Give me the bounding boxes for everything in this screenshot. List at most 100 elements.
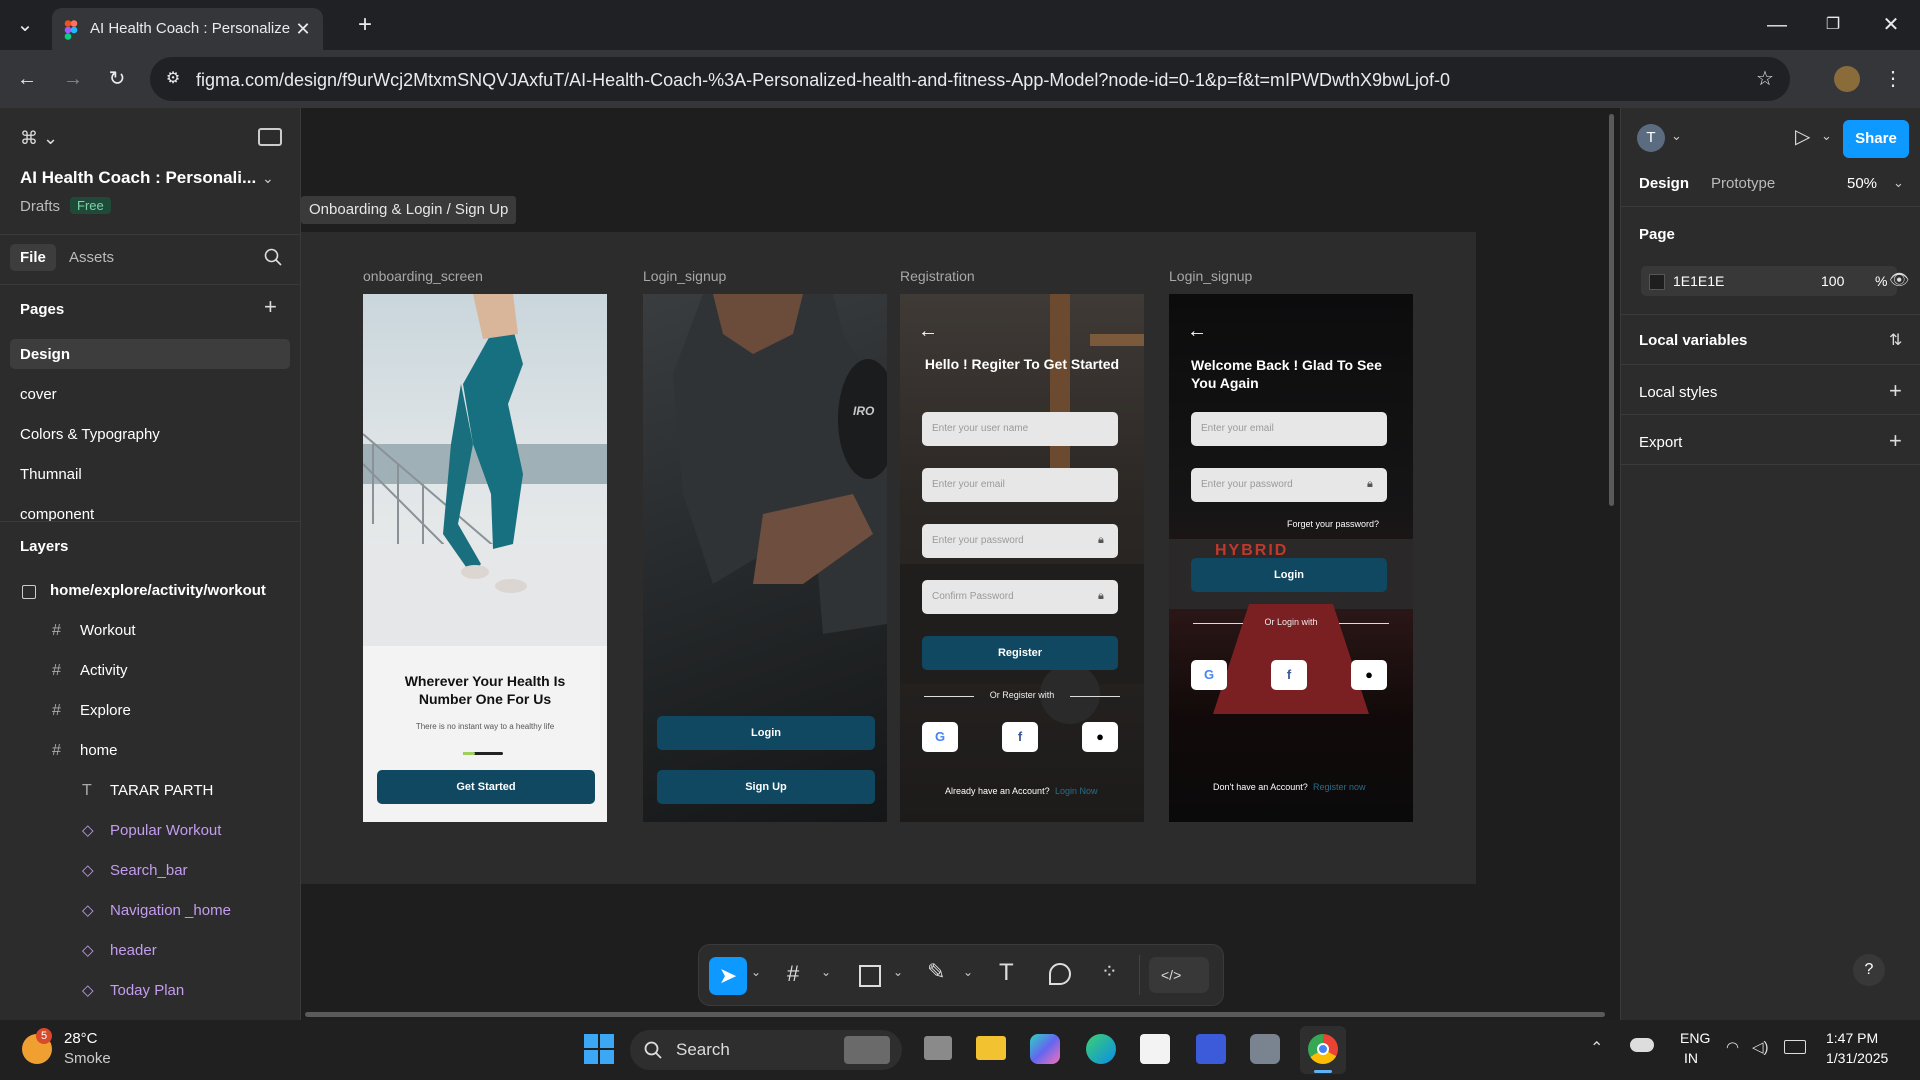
frame-login[interactable]: ← Welcome Back ! Glad To See You Again E… bbox=[1169, 294, 1413, 822]
share-button[interactable]: Share bbox=[1843, 120, 1909, 158]
layer-text-tarar-parth[interactable]: TARAR PARTH bbox=[110, 782, 213, 799]
clock-date[interactable]: 1/31/2025 bbox=[1826, 1050, 1888, 1066]
close-tab-icon[interactable]: ✕ bbox=[288, 14, 318, 44]
onedrive-cloud-icon[interactable] bbox=[1630, 1038, 1654, 1052]
chevron-down-icon[interactable]: ⌄ bbox=[751, 965, 761, 979]
google-icon[interactable]: G bbox=[922, 722, 958, 752]
register-now-link[interactable]: Register now bbox=[1313, 782, 1366, 792]
layer-frame-activity[interactable]: Activity bbox=[80, 662, 128, 679]
zoom-chevron-icon[interactable]: ⌄ bbox=[1893, 175, 1904, 191]
visibility-eye-icon[interactable]: 👁︎ bbox=[1889, 270, 1909, 290]
layer-section[interactable]: home/explore/activity/workout bbox=[50, 582, 266, 599]
login-submit-button[interactable]: Login bbox=[1191, 558, 1387, 592]
restore-icon[interactable]: ❐ bbox=[1818, 10, 1848, 40]
layer-component-search-bar[interactable]: Search_bar bbox=[110, 862, 188, 879]
confirm-password-input[interactable]: Confirm Password bbox=[922, 580, 1118, 614]
variables-settings-icon[interactable]: ⇅ bbox=[1889, 330, 1902, 350]
layer-component-popular-workout[interactable]: Popular Workout bbox=[110, 822, 221, 839]
frame-onboarding-screen[interactable]: Wherever Your Health Is Number One For U… bbox=[363, 294, 607, 822]
tab-file[interactable]: File bbox=[10, 244, 56, 271]
user-avatar[interactable]: T bbox=[1637, 124, 1665, 152]
page-color-hex[interactable]: 1E1E1E bbox=[1673, 273, 1724, 289]
login-email-input[interactable]: Enter your email bbox=[1191, 412, 1387, 446]
page-fill-field[interactable]: 1E1E1E 100 % bbox=[1641, 266, 1897, 296]
page-item-thumnail[interactable]: Thumnail bbox=[20, 466, 82, 483]
edge-browser-icon[interactable] bbox=[1086, 1034, 1116, 1064]
language-region[interactable]: IN bbox=[1684, 1050, 1698, 1066]
email-input[interactable]: Enter your email bbox=[922, 468, 1118, 502]
search-layers-icon[interactable] bbox=[264, 248, 282, 266]
file-title[interactable]: AI Health Coach : Personali... bbox=[20, 168, 256, 188]
forgot-password-link[interactable]: Forget your password? bbox=[1287, 519, 1379, 529]
toggle-sidebar-icon[interactable] bbox=[258, 128, 282, 146]
reload-icon[interactable]: ↻ bbox=[102, 64, 132, 94]
dev-mode-toggle-icon[interactable]: </> bbox=[1149, 957, 1209, 993]
facebook-icon[interactable]: f bbox=[1002, 722, 1038, 752]
tab-assets[interactable]: Assets bbox=[69, 249, 114, 266]
layer-component-navigation-home[interactable]: Navigation _home bbox=[110, 902, 231, 919]
task-view-icon[interactable] bbox=[924, 1036, 952, 1060]
facebook-icon[interactable]: f bbox=[1271, 660, 1307, 690]
chrome-taskbar-button[interactable] bbox=[1300, 1026, 1346, 1074]
actions-tool-icon[interactable]: ⁘ bbox=[1101, 959, 1118, 984]
layer-frame-explore[interactable]: Explore bbox=[80, 702, 131, 719]
browser-tab[interactable]: AI Health Coach : Personalized h ✕ bbox=[52, 8, 323, 50]
taskbar-search-box[interactable]: Search bbox=[630, 1030, 902, 1070]
show-hidden-icons-chevron[interactable]: ⌃ bbox=[1590, 1038, 1603, 1058]
volume-icon[interactable]: ◁) bbox=[1752, 1038, 1769, 1056]
password-input[interactable]: Enter your password bbox=[922, 524, 1118, 558]
login-password-input[interactable]: Enter your password bbox=[1191, 468, 1387, 502]
battery-icon[interactable] bbox=[1784, 1040, 1806, 1054]
color-swatch[interactable] bbox=[1649, 274, 1665, 290]
chevron-down-icon[interactable]: ⌄ bbox=[821, 965, 831, 979]
chevron-down-icon[interactable]: ⌄ bbox=[893, 965, 903, 979]
page-opacity-value[interactable]: 100 bbox=[1821, 273, 1844, 289]
back-icon[interactable]: ← bbox=[12, 64, 42, 94]
app-icon[interactable] bbox=[1196, 1034, 1226, 1064]
frame-registration[interactable]: ← Hello ! Regiter To Get Started Enter y… bbox=[900, 294, 1144, 822]
frame-label-registration[interactable]: Registration bbox=[900, 268, 975, 284]
close-window-icon[interactable]: ✕ bbox=[1876, 10, 1906, 40]
layer-component-header[interactable]: header bbox=[110, 942, 157, 959]
move-tool-icon[interactable]: ➤ bbox=[709, 957, 747, 995]
apple-icon[interactable]: ● bbox=[1351, 660, 1387, 690]
site-info-icon[interactable]: ⚙ bbox=[158, 64, 188, 94]
present-chevron-icon[interactable]: ⌄ bbox=[1821, 128, 1832, 144]
multiplayer-chevron-icon[interactable]: ⌄ bbox=[1671, 128, 1682, 144]
apple-icon[interactable]: ● bbox=[1082, 722, 1118, 752]
figma-canvas[interactable]: Onboarding & Login / Sign Up onboarding_… bbox=[301, 108, 1619, 1020]
login-now-link[interactable]: Login Now bbox=[1055, 786, 1098, 796]
get-started-button[interactable]: Get Started bbox=[377, 770, 595, 804]
browser-menu-icon[interactable]: ⋮ bbox=[1878, 64, 1908, 94]
bookmark-star-icon[interactable]: ☆ bbox=[1750, 64, 1780, 94]
canvas-section[interactable]: onboarding_screen Login_signup Registrat… bbox=[301, 232, 1476, 884]
layer-frame-workout[interactable]: Workout bbox=[80, 622, 136, 639]
frame-label-onboarding[interactable]: onboarding_screen bbox=[363, 268, 483, 284]
chevron-down-icon[interactable]: ⌄ bbox=[963, 965, 973, 979]
google-icon[interactable]: G bbox=[1191, 660, 1227, 690]
new-tab-icon[interactable]: + bbox=[350, 10, 380, 40]
copilot-icon[interactable] bbox=[1030, 1034, 1060, 1064]
vertical-scrollbar[interactable] bbox=[1609, 114, 1614, 506]
layer-component-today-plan[interactable]: Today Plan bbox=[110, 982, 184, 999]
present-play-icon[interactable]: ▷ bbox=[1795, 124, 1810, 149]
app-icon[interactable] bbox=[1250, 1034, 1280, 1064]
tab-prototype[interactable]: Prototype bbox=[1711, 175, 1775, 192]
local-variables-heading[interactable]: Local variables bbox=[1639, 332, 1747, 349]
tab-design[interactable]: Design bbox=[1639, 175, 1689, 192]
language-eng[interactable]: ENG bbox=[1680, 1030, 1710, 1046]
add-page-icon[interactable]: + bbox=[264, 294, 277, 320]
weather-description[interactable]: Smoke bbox=[64, 1050, 111, 1067]
file-explorer-icon[interactable] bbox=[976, 1036, 1006, 1060]
windows-start-icon[interactable] bbox=[584, 1034, 614, 1064]
frame-tool-icon[interactable]: # bbox=[787, 961, 799, 987]
rectangle-tool-icon[interactable] bbox=[859, 965, 881, 987]
help-icon[interactable]: ? bbox=[1853, 954, 1885, 986]
forward-icon[interactable]: → bbox=[58, 64, 88, 94]
profile-avatar[interactable] bbox=[1834, 66, 1860, 92]
horizontal-scrollbar[interactable] bbox=[305, 1012, 1605, 1017]
page-item-cover[interactable]: cover bbox=[20, 386, 57, 403]
frame-label-login-signup[interactable]: Login_signup bbox=[643, 268, 726, 284]
frame-label-login[interactable]: Login_signup bbox=[1169, 268, 1252, 284]
register-button[interactable]: Register bbox=[922, 636, 1118, 670]
